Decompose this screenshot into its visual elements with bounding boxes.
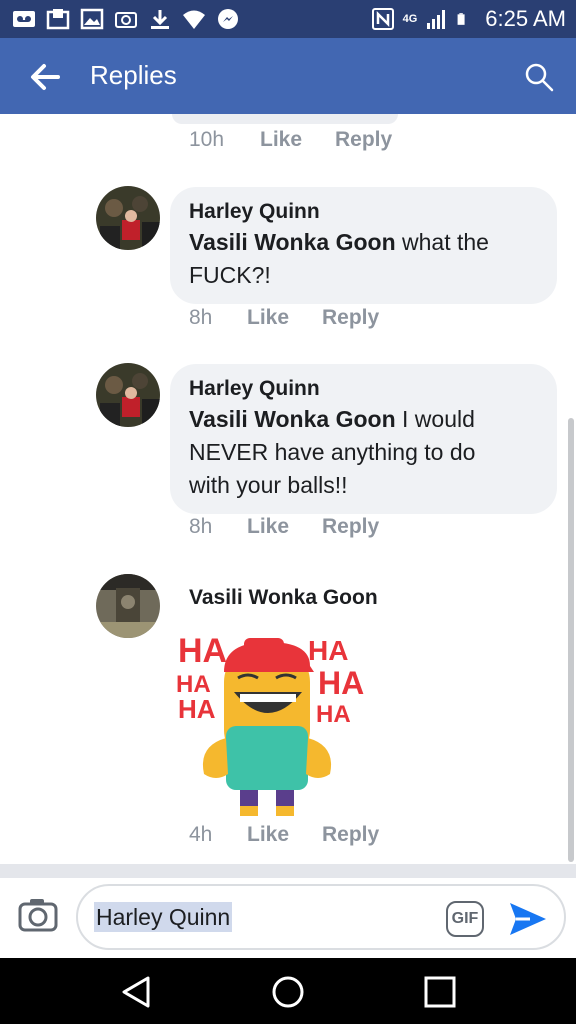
comment-author[interactable]: Harley Quinn (189, 199, 537, 225)
previous-comment-bubble (172, 114, 398, 124)
reply-input[interactable]: Harley Quinn GIF (76, 884, 566, 950)
avatar[interactable] (96, 574, 160, 638)
back-triangle-icon[interactable] (118, 974, 154, 1010)
recents-square-icon[interactable] (422, 974, 458, 1010)
back-arrow-icon[interactable] (28, 62, 62, 92)
comment-actions: 4h Like Reply (189, 823, 379, 847)
voicemail-icon (13, 11, 35, 27)
inbox-tray-icon (46, 9, 70, 30)
status-bar: 4G 6:25 AM (0, 0, 576, 38)
nfc-icon (371, 8, 394, 30)
avatar[interactable] (96, 186, 160, 250)
system-navigation-bar (0, 958, 576, 1024)
reply-input-value[interactable]: Harley Quinn (94, 902, 233, 932)
comment-time: 4h (189, 823, 213, 846)
gif-button[interactable]: GIF (446, 901, 484, 937)
replies-list[interactable]: 10h Like Reply Harley Quinn Vasili Wonka… (0, 114, 576, 864)
camera-icon[interactable] (18, 896, 58, 932)
download-icon (151, 10, 169, 29)
harley-quinn-avatar-image (96, 186, 160, 250)
mention-link[interactable]: Vasili Wonka Goon (189, 406, 396, 432)
harley-quinn-avatar-image (96, 363, 160, 427)
like-button[interactable]: Like (247, 515, 322, 539)
comment-text: Vasili Wonka Goon what the FUCK?! (189, 229, 489, 288)
camera-small-icon (115, 12, 137, 28)
sticker-ha-text: HA (316, 701, 351, 728)
vasili-wonka-goon-avatar-image (96, 574, 160, 638)
mention-link[interactable]: Vasili Wonka Goon (189, 229, 396, 255)
scrollbar[interactable] (568, 418, 574, 862)
comment-author[interactable]: Vasili Wonka Goon (189, 586, 378, 610)
like-button[interactable]: Like (260, 128, 335, 152)
send-icon[interactable] (508, 901, 548, 937)
reply-button[interactable]: Reply (335, 128, 392, 152)
comment-author[interactable]: Harley Quinn (189, 376, 537, 402)
sticker-ha-text: HA (318, 665, 364, 701)
clock: 6:25 AM (485, 6, 566, 31)
like-button[interactable]: Like (247, 306, 322, 330)
page-title: Replies (90, 60, 177, 90)
composer-divider (0, 864, 576, 878)
like-button[interactable]: Like (247, 823, 322, 847)
messenger-icon (218, 9, 238, 29)
sticker-ha-text: HA (178, 632, 227, 670)
sticker-ha-text: HA (308, 635, 348, 666)
comment-actions: 8h Like Reply (189, 515, 379, 539)
notification-icons (12, 6, 240, 32)
system-icons: 4G 6:25 AM (371, 6, 566, 32)
image-icon (80, 8, 104, 30)
reply-button[interactable]: Reply (322, 823, 379, 847)
wifi-question-icon (183, 10, 205, 29)
comment-time: 8h (189, 515, 213, 538)
comment-bubble[interactable]: Harley Quinn Vasili Wonka Goon what the F… (170, 187, 557, 304)
avatar[interactable] (96, 363, 160, 427)
comment-time: 10h (189, 128, 225, 151)
comment-time: 8h (189, 306, 213, 329)
battery-icon (457, 13, 465, 25)
home-circle-icon[interactable] (270, 974, 306, 1010)
network-type-label: 4G (402, 13, 418, 25)
sticker-ha-text: HA (178, 694, 216, 724)
laughing-monster-sticker-icon[interactable]: HA HA HA HA HA HA (168, 626, 368, 826)
signal-icon (427, 10, 446, 29)
comment-text: Vasili Wonka Goon I would NEVER have anyt… (189, 406, 476, 498)
comment-bubble[interactable]: Harley Quinn Vasili Wonka Goon I would NE… (170, 364, 557, 514)
previous-comment-actions: 10h Like Reply (189, 128, 392, 152)
reply-button[interactable]: Reply (322, 306, 379, 330)
app-bar: Replies (0, 38, 576, 114)
reply-composer: Harley Quinn GIF (0, 878, 576, 958)
search-icon[interactable] (524, 62, 554, 92)
comment-actions: 8h Like Reply (189, 306, 379, 330)
reply-button[interactable]: Reply (322, 515, 379, 539)
